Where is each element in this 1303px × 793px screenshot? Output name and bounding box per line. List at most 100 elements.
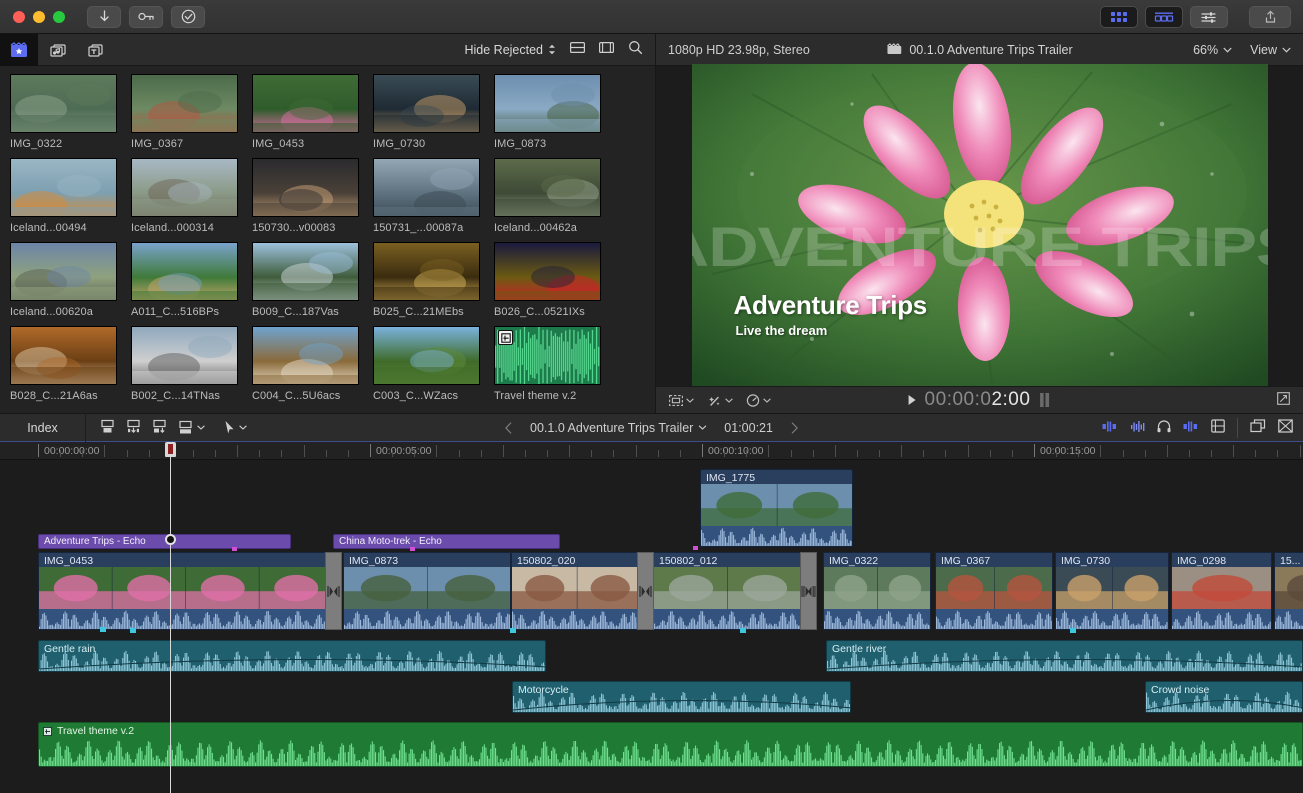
timeline-audio-clip[interactable]: Gentle rain <box>38 640 546 672</box>
browser-clip[interactable]: B025_C...21MEbs <box>373 242 480 318</box>
browser-clip[interactable]: B009_C...187Vas <box>252 242 359 318</box>
browser-clip[interactable]: IMG_0453 <box>252 74 359 150</box>
timeline-index-label[interactable]: Index <box>0 421 85 435</box>
view-dropdown[interactable]: View <box>1250 43 1291 57</box>
timeline-marker[interactable] <box>693 546 698 550</box>
timeline-primary-clip[interactable]: IMG_0322 <box>823 552 931 630</box>
clip-thumbnail[interactable] <box>252 242 359 301</box>
timeline-keyframe[interactable] <box>100 627 106 632</box>
clip-thumbnail[interactable] <box>494 242 601 301</box>
playhead-skimmer-dot[interactable] <box>165 534 176 545</box>
timeline-primary-clip[interactable]: IMG_0730 <box>1055 552 1169 630</box>
timeline-ruler[interactable]: 00:00:00:0000:00:05:0000:00:10:0000:00:1… <box>0 442 1303 460</box>
timeline-project-dropdown[interactable]: 00.1.0 Adventure Trips Trailer <box>530 421 706 435</box>
timeline-marker[interactable] <box>232 547 237 551</box>
clip-thumbnail[interactable] <box>10 74 117 133</box>
select-tool-button[interactable] <box>224 420 247 435</box>
timeline-transition[interactable] <box>800 552 817 630</box>
viewer-speed-button[interactable] <box>746 394 771 407</box>
browser-clip[interactable]: IMG_0873 <box>494 74 601 150</box>
clip-thumbnail[interactable] <box>131 158 238 217</box>
zoom-dropdown[interactable]: 66% <box>1193 43 1232 57</box>
browser-clip[interactable]: IMG_0730 <box>373 74 480 150</box>
clip-thumbnail[interactable] <box>373 242 480 301</box>
clip-thumbnail[interactable] <box>494 74 601 133</box>
clip-thumbnail[interactable] <box>373 74 480 133</box>
browser-clip[interactable]: B002_C...14TNas <box>131 326 238 402</box>
viewer-fullscreen-button[interactable] <box>1277 392 1303 408</box>
titles-generators-tab[interactable] <box>76 34 114 66</box>
clip-thumbnail[interactable] <box>131 242 238 301</box>
inspector-toggle[interactable] <box>1190 6 1228 28</box>
timeline-toggle[interactable] <box>1145 6 1183 28</box>
browser-clip[interactable]: Iceland...000314 <box>131 158 238 234</box>
minimize-button[interactable] <box>33 11 45 23</box>
clip-thumbnail[interactable] <box>131 326 238 385</box>
clip-thumbnail[interactable] <box>252 326 359 385</box>
timeline-transition[interactable] <box>637 552 654 630</box>
photos-audio-tab[interactable] <box>38 34 76 66</box>
timeline-marker[interactable] <box>410 547 415 551</box>
timeline-music-clip[interactable]: Travel theme v.2 <box>38 722 1303 767</box>
browser-clip[interactable]: B028_C...21A6as <box>10 326 117 402</box>
timeline-audio-clip[interactable]: Motorcycle <box>512 681 851 713</box>
hide-rejected-dropdown[interactable]: Hide Rejected <box>464 43 556 57</box>
viewer-panel[interactable]: ADVENTURE TRIPS Adventure Trips Live the… <box>655 66 1303 386</box>
browser-grid-panel[interactable]: IMG_0322 IMG_0367 IMG_0453 IMG_0730 <box>0 66 655 413</box>
browser-clip[interactable]: Iceland...00462a <box>494 158 601 234</box>
keywords-button[interactable] <box>129 6 163 28</box>
close-button[interactable] <box>13 11 25 23</box>
browser-toggle[interactable] <box>1100 6 1138 28</box>
timeline-primary-clip[interactable]: IMG_0298 <box>1171 552 1272 630</box>
zoom-button[interactable] <box>53 11 65 23</box>
timeline-keyframe[interactable] <box>740 628 746 633</box>
timeline-primary-clip[interactable]: 150802_012 <box>653 552 801 630</box>
timeline-primary-clip[interactable]: 15... <box>1274 552 1303 630</box>
clip-thumbnail[interactable] <box>10 242 117 301</box>
browser-clip[interactable]: A011_C...516BPs <box>131 242 238 318</box>
libraries-tab[interactable] <box>0 34 38 66</box>
browser-clip[interactable]: 150731_...00087a <box>373 158 480 234</box>
append-clip-button[interactable] <box>152 419 167 437</box>
browser-clip[interactable]: Travel theme v.2 <box>494 326 601 402</box>
clip-thumbnail[interactable] <box>373 158 480 217</box>
browser-clip[interactable]: 150730...v00083 <box>252 158 359 234</box>
clip-thumbnail[interactable] <box>131 74 238 133</box>
filmstrip-view-button[interactable] <box>599 41 614 59</box>
playhead-handle[interactable] <box>165 442 176 457</box>
timeline-keyframe[interactable] <box>1070 628 1076 633</box>
clip-thumbnail[interactable] <box>10 326 117 385</box>
clip-thumbnail[interactable] <box>373 326 480 385</box>
zoom-fit-button[interactable] <box>1278 419 1293 436</box>
viewer-timecode[interactable]: 00:00:02:00 <box>907 389 1053 411</box>
overwrite-clip-button[interactable] <box>178 420 205 435</box>
timeline-index-button[interactable] <box>1211 419 1225 436</box>
timeline-audio-clip[interactable]: Crowd noise <box>1145 681 1303 713</box>
clip-thumbnail[interactable] <box>10 158 117 217</box>
audio-enhance-button[interactable] <box>1183 420 1199 436</box>
rating-button[interactable] <box>171 6 205 28</box>
timeline-primary-clip[interactable]: IMG_0873 <box>343 552 511 630</box>
insert-clip-button[interactable] <box>126 419 141 437</box>
list-view-button[interactable] <box>570 41 585 59</box>
timeline-keyframe[interactable] <box>130 628 136 633</box>
browser-clip[interactable]: Iceland...00620a <box>10 242 117 318</box>
browser-clip[interactable]: C003_C...WZacs <box>373 326 480 402</box>
browser-clip[interactable]: Iceland...00494 <box>10 158 117 234</box>
timeline-primary-clip[interactable]: IMG_0367 <box>935 552 1053 630</box>
browser-clip[interactable]: IMG_0322 <box>10 74 117 150</box>
viewer-effects-button[interactable] <box>707 394 733 407</box>
browser-clip[interactable]: C004_C...5U6acs <box>252 326 359 402</box>
timeline-transition[interactable] <box>325 552 342 630</box>
import-media-button[interactable] <box>87 6 121 28</box>
timeline-playhead[interactable] <box>170 442 171 793</box>
timeline-panel[interactable]: 00:00:00:0000:00:05:0000:00:10:0000:00:1… <box>0 442 1303 793</box>
connect-clip-button[interactable] <box>100 419 115 437</box>
browser-clip[interactable]: IMG_0367 <box>131 74 238 150</box>
clip-appearance-button[interactable] <box>1250 419 1266 436</box>
audio-analysis-button[interactable] <box>1130 420 1145 436</box>
share-button[interactable] <box>1249 6 1291 28</box>
browser-clip[interactable]: B026_C...0521IXs <box>494 242 601 318</box>
audio-monitor-button[interactable] <box>1157 420 1171 436</box>
search-button[interactable] <box>628 40 643 60</box>
